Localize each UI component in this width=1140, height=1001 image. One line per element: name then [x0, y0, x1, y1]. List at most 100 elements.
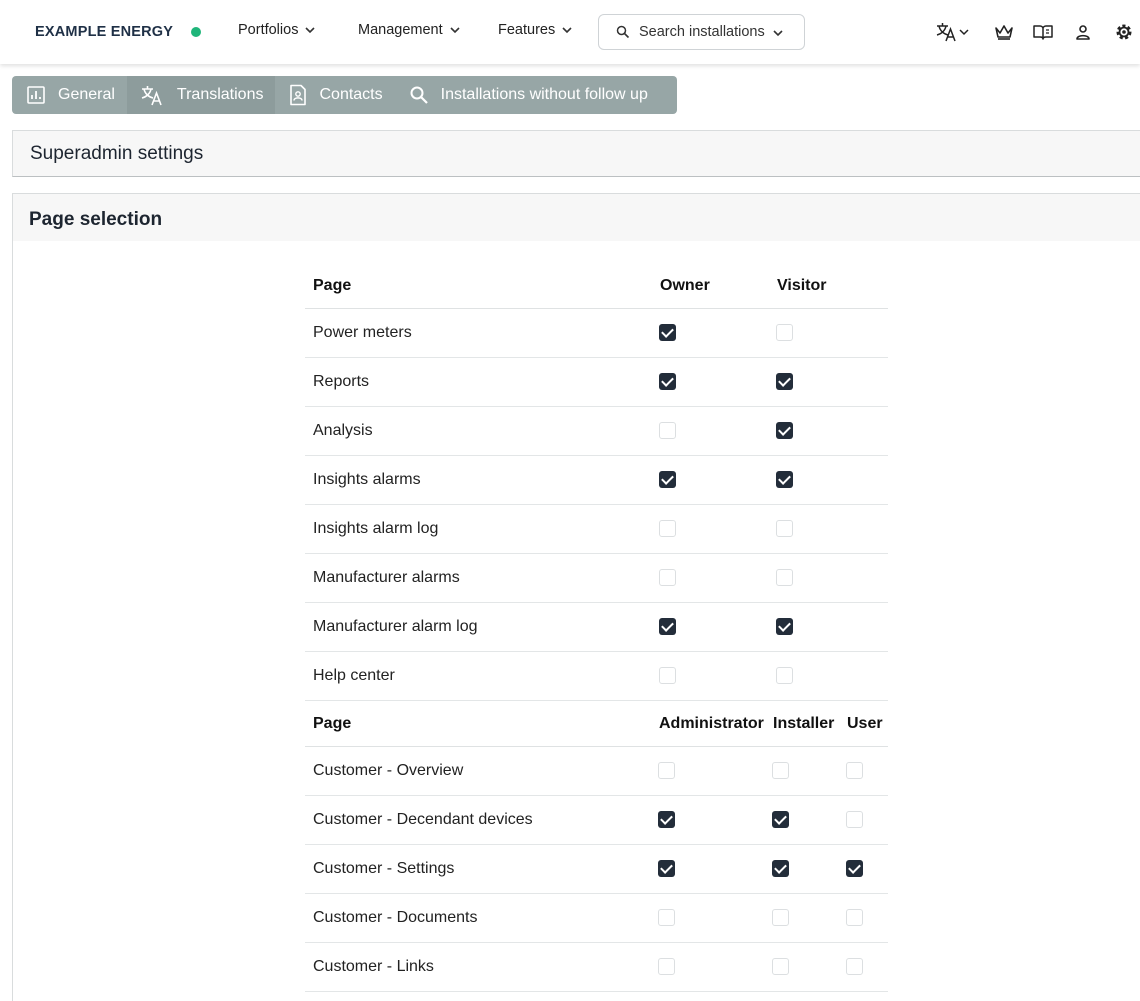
table-row: Reports: [305, 357, 888, 407]
checkbox-cell: [769, 553, 888, 603]
chart-icon: [27, 86, 45, 104]
page-name: Customer - Decendant devices: [305, 795, 651, 845]
administrator-checkbox[interactable]: [658, 761, 675, 779]
checkbox-cell: [652, 651, 769, 701]
table-row: Customer - Links: [305, 942, 888, 992]
administrator-checkbox[interactable]: [658, 957, 675, 975]
checkbox-cell: [839, 844, 888, 894]
checkbox-cell: [769, 357, 888, 407]
installer-checkbox[interactable]: [772, 761, 789, 779]
tab-contacts-label: Contacts: [319, 86, 383, 103]
chevron-down-icon: [305, 27, 316, 34]
user-checkbox[interactable]: [846, 761, 863, 779]
table-row: Manufacturer alarms: [305, 553, 888, 603]
visitor-checkbox[interactable]: [776, 617, 793, 635]
owner-checkbox[interactable]: [659, 421, 676, 439]
search-installations-label: Search installations: [639, 24, 765, 40]
page-name: Analysis: [305, 406, 652, 456]
page-name: Customer - Overview: [305, 746, 651, 796]
owner-checkbox[interactable]: [659, 568, 676, 586]
visitor-checkbox[interactable]: [776, 470, 793, 488]
table-header-row: Page Administrator Installer User: [305, 696, 888, 747]
checkbox-cell: [839, 795, 888, 845]
owner-checkbox[interactable]: [659, 323, 676, 341]
installer-checkbox[interactable]: [772, 859, 789, 877]
owner-checkbox[interactable]: [659, 617, 676, 635]
language-button[interactable]: [935, 20, 971, 44]
checkbox-cell: [651, 746, 765, 796]
superadmin-settings-title: Superadmin settings: [30, 143, 204, 164]
checkbox-cell: [651, 893, 765, 943]
installer-checkbox[interactable]: [772, 810, 789, 828]
menu-features-label: Features: [498, 22, 556, 38]
menu-portfolios-label: Portfolios: [238, 22, 299, 38]
installer-checkbox[interactable]: [772, 908, 789, 926]
owner-checkbox[interactable]: [659, 470, 676, 488]
column-header-owner: Owner: [652, 253, 769, 309]
table-row: Insights alarm log: [305, 504, 888, 554]
tab-general[interactable]: General: [12, 76, 127, 114]
column-header-page: Page: [305, 253, 652, 309]
checkbox-cell: [839, 746, 888, 796]
visitor-checkbox[interactable]: [776, 519, 793, 537]
checkbox-cell: [765, 746, 839, 796]
menu-portfolios[interactable]: Portfolios: [238, 22, 316, 38]
owner-checkbox[interactable]: [659, 519, 676, 537]
administrator-checkbox[interactable]: [658, 859, 675, 877]
tab-translations[interactable]: Translations: [126, 76, 276, 114]
checkbox-cell: [651, 942, 765, 992]
user-checkbox[interactable]: [846, 908, 863, 926]
checkbox-cell: [765, 942, 839, 992]
tab-general-label: General: [58, 86, 115, 103]
checkbox-cell: [769, 602, 888, 652]
settings-button[interactable]: [1112, 20, 1136, 44]
superadmin-settings-panel[interactable]: Superadmin settings: [12, 130, 1140, 177]
table-row: Customer - Overview: [305, 746, 888, 796]
checkbox-cell: [652, 455, 769, 505]
table-header-row: Page Owner Visitor: [305, 253, 888, 309]
installer-checkbox[interactable]: [772, 957, 789, 975]
visitor-checkbox[interactable]: [776, 666, 793, 684]
contact-icon: [290, 84, 307, 106]
tab-installations-without-follow-up[interactable]: Installations without follow up: [395, 76, 660, 114]
page-name: Insights alarms: [305, 455, 652, 505]
checkbox-cell: [652, 308, 769, 358]
translate-icon: [936, 23, 969, 42]
administrator-checkbox[interactable]: [658, 810, 675, 828]
table-row: Customer - Documents: [305, 893, 888, 943]
user-checkbox[interactable]: [846, 859, 863, 877]
checkbox-cell: [765, 893, 839, 943]
checkbox-cell: [652, 602, 769, 652]
checkbox-cell: [769, 308, 888, 358]
tab-contacts[interactable]: Contacts: [275, 76, 394, 114]
user-checkbox[interactable]: [846, 957, 863, 975]
menu-management[interactable]: Management: [358, 22, 461, 38]
checkbox-cell: [651, 795, 765, 845]
manual-button[interactable]: [1031, 20, 1055, 44]
menu-management-label: Management: [358, 22, 443, 38]
menu-features[interactable]: Features: [498, 22, 573, 38]
table-row: Insights alarms: [305, 455, 888, 505]
owner-checkbox[interactable]: [659, 666, 676, 684]
table-row: Customer - Decendant devices: [305, 795, 888, 845]
page-name: Manufacturer alarms: [305, 553, 652, 603]
tab-translations-label: Translations: [176, 86, 264, 103]
visitor-checkbox[interactable]: [776, 421, 793, 439]
visitor-checkbox[interactable]: [776, 568, 793, 586]
crown-button[interactable]: [992, 20, 1016, 44]
checkbox-cell: [652, 406, 769, 456]
profile-button[interactable]: [1071, 20, 1095, 44]
visitor-checkbox[interactable]: [776, 372, 793, 390]
checkbox-cell: [839, 893, 888, 943]
search-icon: [616, 25, 630, 39]
search-installations-button[interactable]: Search installations: [598, 14, 805, 50]
chevron-down-icon: [450, 27, 460, 34]
administrator-checkbox[interactable]: [658, 908, 675, 926]
brand-name[interactable]: EXAMPLE ENERGY: [35, 24, 173, 40]
visitor-checkbox[interactable]: [776, 323, 793, 341]
owner-checkbox[interactable]: [659, 372, 676, 390]
user-checkbox[interactable]: [846, 810, 863, 828]
tab-installations-label: Installations without follow up: [440, 86, 648, 103]
checkbox-cell: [652, 357, 769, 407]
column-header-page: Page: [305, 696, 651, 747]
